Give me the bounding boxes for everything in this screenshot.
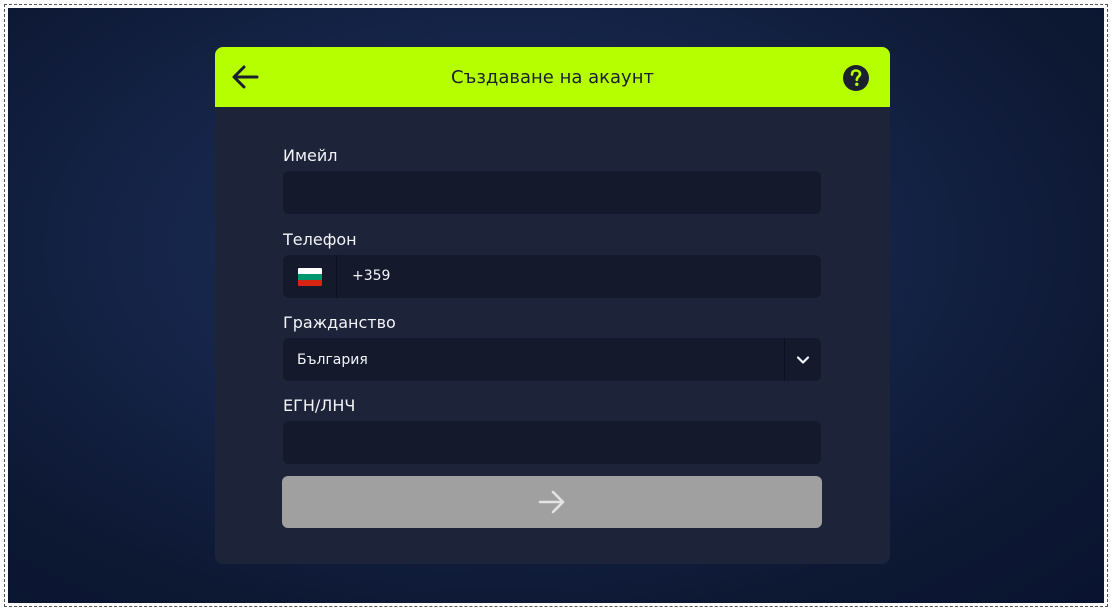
- phone-label: Телефон: [283, 230, 357, 249]
- bulgaria-flag-icon: [297, 267, 322, 286]
- phone-prefix: +359: [352, 268, 391, 284]
- page-title: Създаване на акаунт: [451, 67, 654, 88]
- phone-field[interactable]: [388, 255, 818, 298]
- citizenship-select[interactable]: България: [283, 338, 821, 381]
- citizenship-dropdown-toggle[interactable]: [784, 338, 821, 381]
- email-label: Имейл: [283, 146, 338, 165]
- page-background: Създаване на акаунт Имейл Телефон +359 Г…: [8, 8, 1104, 603]
- continue-button[interactable]: [282, 476, 822, 528]
- question-circle-icon: [843, 65, 869, 91]
- card-header: Създаване на акаунт: [215, 47, 890, 107]
- citizenship-label: Гражданство: [283, 313, 396, 332]
- phone-field-container: +359: [283, 255, 821, 298]
- email-field-container: [283, 171, 821, 214]
- back-button[interactable]: [229, 61, 261, 93]
- chevron-down-icon: [796, 355, 810, 364]
- help-button[interactable]: [842, 64, 870, 92]
- arrow-left-icon: [232, 65, 259, 89]
- citizenship-selected-value: България: [297, 352, 368, 368]
- egn-field[interactable]: [283, 421, 821, 464]
- egn-label: ЕГН/ЛНЧ: [283, 396, 356, 415]
- create-account-card: Създаване на акаунт Имейл Телефон +359 Г…: [215, 47, 890, 564]
- egn-field-container: [283, 421, 821, 464]
- email-field[interactable]: [283, 171, 821, 214]
- country-code-selector[interactable]: [283, 255, 337, 298]
- arrow-right-icon: [538, 490, 565, 514]
